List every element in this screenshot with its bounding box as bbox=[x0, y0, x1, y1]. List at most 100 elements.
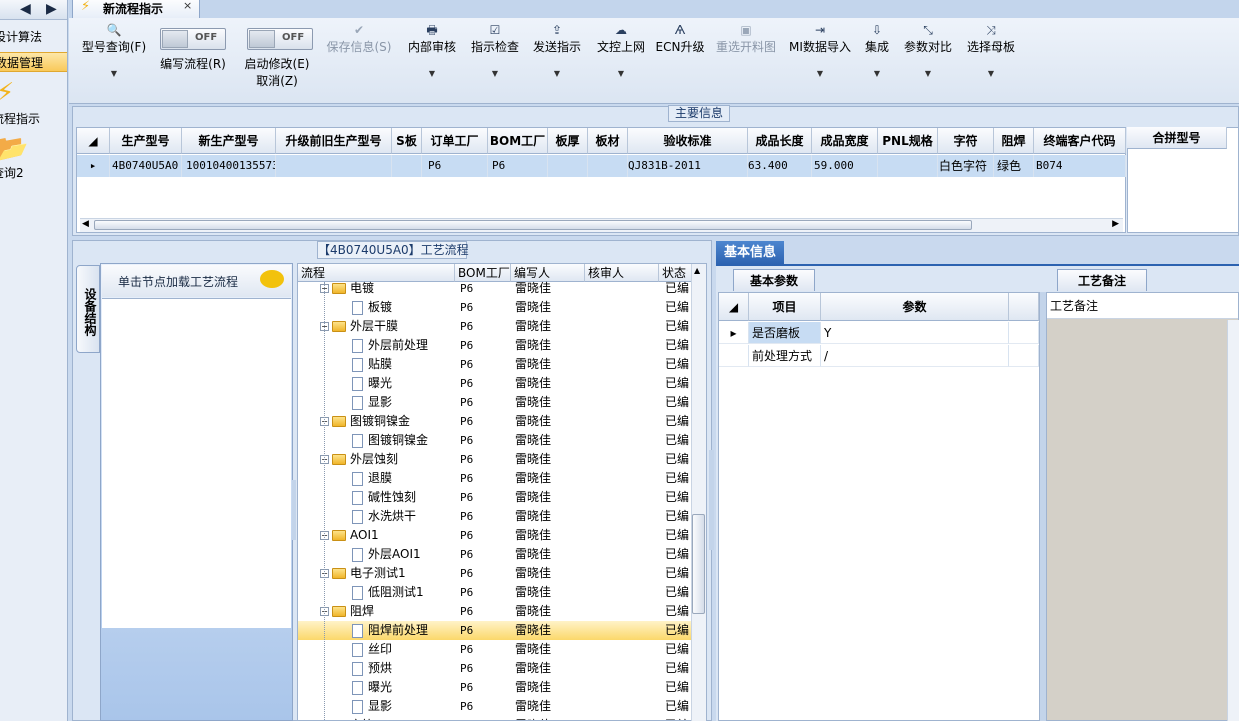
cell-reviewer[interactable] bbox=[589, 507, 657, 526]
cell-bom-factory[interactable]: P6 bbox=[460, 659, 510, 678]
cell-status[interactable]: 已编 bbox=[665, 279, 693, 298]
cell-status[interactable]: 已编 bbox=[665, 488, 693, 507]
cell-status[interactable]: 已编 bbox=[665, 507, 693, 526]
col-header[interactable]: 升级前旧生产型号 bbox=[276, 128, 392, 154]
col-header[interactable]: 验收标准 bbox=[628, 128, 748, 154]
tree-node[interactable]: 阻焊前处理 bbox=[352, 621, 455, 640]
tree-node[interactable]: − 外层蚀刻 bbox=[320, 450, 455, 469]
scroll-left-icon[interactable]: ◀ bbox=[82, 219, 89, 229]
cell-width[interactable]: 59.000 bbox=[812, 155, 878, 177]
cell-bom-factory[interactable]: P6 bbox=[460, 317, 510, 336]
tree-row[interactable]: −字符 P6 雷晓佳 已编 bbox=[298, 716, 693, 720]
cell-bom-factory[interactable]: P6 bbox=[460, 279, 510, 298]
cell-new-model[interactable]: 10010400135573 bbox=[182, 155, 276, 177]
cell-bom-factory[interactable]: P6 bbox=[460, 488, 510, 507]
scroll-thumb[interactable] bbox=[94, 220, 972, 230]
cell-status[interactable]: 已编 bbox=[665, 450, 693, 469]
tree-row[interactable]: 贴膜 P6 雷晓佳 已编 bbox=[298, 355, 693, 374]
tree-row[interactable]: − 外层干膜 P6 雷晓佳 已编 bbox=[298, 317, 693, 336]
cell-reviewer[interactable] bbox=[589, 431, 657, 450]
cell-writer[interactable]: 雷晓佳 bbox=[515, 640, 583, 659]
chevron-down-icon[interactable]: ▼ bbox=[79, 69, 149, 78]
cell-status[interactable]: 已编 bbox=[665, 526, 693, 545]
tree-node[interactable]: 显影 bbox=[352, 697, 455, 716]
tab-process-notes[interactable]: 工艺备注 bbox=[1057, 269, 1147, 291]
cell-reviewer[interactable] bbox=[589, 545, 657, 564]
cell-writer[interactable]: 雷晓佳 bbox=[515, 488, 583, 507]
cell-writer[interactable]: 雷晓佳 bbox=[515, 355, 583, 374]
cell-status[interactable]: 已编 bbox=[665, 678, 693, 697]
tree-node[interactable]: 板镀 bbox=[352, 298, 455, 317]
cell-status[interactable]: 已编 bbox=[665, 545, 693, 564]
cell-writer[interactable]: 雷晓佳 bbox=[515, 602, 583, 621]
cell-solder[interactable]: 绿色 bbox=[994, 155, 1034, 177]
cell-reviewer[interactable] bbox=[589, 526, 657, 545]
cell-bom-factory[interactable]: P6 bbox=[460, 412, 510, 431]
tree-node[interactable]: 丝印 bbox=[352, 640, 455, 659]
nav-forward-icon[interactable]: ▶ bbox=[46, 0, 57, 18]
tree-row[interactable]: 低阻测试1 P6 雷晓佳 已编 bbox=[298, 583, 693, 602]
cell-writer[interactable]: 雷晓佳 bbox=[515, 716, 583, 720]
cell-writer[interactable]: 雷晓佳 bbox=[515, 393, 583, 412]
cell-reviewer[interactable] bbox=[589, 583, 657, 602]
tree-row[interactable]: 退膜 P6 雷晓佳 已编 bbox=[298, 469, 693, 488]
cell-old-model[interactable] bbox=[276, 155, 392, 177]
scroll-right-icon[interactable]: ▶ bbox=[1112, 219, 1119, 229]
col-header[interactable]: PNL规格 bbox=[878, 128, 938, 154]
cell-standard[interactable]: QJ831B-2011 bbox=[628, 155, 748, 177]
cell-writer[interactable]: 雷晓佳 bbox=[515, 678, 583, 697]
tree-row[interactable]: 图镀铜镍金 P6 雷晓佳 已编 bbox=[298, 431, 693, 450]
merge-model-header[interactable]: 合拼型号 bbox=[1127, 127, 1227, 149]
tree-node[interactable]: 低阻测试1 bbox=[352, 583, 455, 602]
cell-pnl[interactable] bbox=[878, 155, 938, 177]
cell-status[interactable]: 已编 bbox=[665, 298, 693, 317]
tree-row[interactable]: − 外层蚀刻 P6 雷晓佳 已编 bbox=[298, 450, 693, 469]
cell-writer[interactable]: 雷晓佳 bbox=[515, 697, 583, 716]
tree-node[interactable]: − 电镀 bbox=[320, 279, 455, 298]
tab-new-flow-instruction[interactable]: ⚡ 新流程指示 × bbox=[72, 0, 200, 18]
col-header-item[interactable]: 项目 bbox=[749, 293, 821, 321]
tree-row[interactable]: − 图镀铜镍金 P6 雷晓佳 已编 bbox=[298, 412, 693, 431]
cell-reviewer[interactable] bbox=[589, 298, 657, 317]
cell-reviewer[interactable] bbox=[589, 697, 657, 716]
cell-reviewer[interactable] bbox=[589, 678, 657, 697]
nav-item-data-management[interactable]: 数据管理 bbox=[0, 52, 67, 72]
cell-reviewer[interactable] bbox=[589, 488, 657, 507]
cell-writer[interactable]: 雷晓佳 bbox=[515, 374, 583, 393]
tree-node[interactable]: 曝光 bbox=[352, 374, 455, 393]
cell-writer[interactable]: 雷晓佳 bbox=[515, 507, 583, 526]
integration-button[interactable]: ⇩ 集成 ▼ bbox=[859, 18, 895, 78]
cell-status[interactable]: 已编 bbox=[665, 583, 693, 602]
tree-node[interactable]: 退膜 bbox=[352, 469, 455, 488]
tree-row[interactable]: 曝光 P6 雷晓佳 已编 bbox=[298, 678, 693, 697]
cell-reviewer[interactable] bbox=[589, 374, 657, 393]
start-modify-toggle[interactable]: OFF bbox=[247, 28, 313, 50]
chevron-down-icon[interactable]: ▼ bbox=[403, 69, 461, 78]
cell-bom-factory[interactable]: P6 bbox=[460, 583, 510, 602]
save-info-button[interactable]: ✔ 保存信息(S) bbox=[323, 18, 395, 55]
cell-status[interactable]: 已编 bbox=[665, 469, 693, 488]
cell-writer[interactable]: 雷晓佳 bbox=[515, 526, 583, 545]
cell-status[interactable]: 已编 bbox=[665, 374, 693, 393]
col-header[interactable]: 成品宽度 bbox=[812, 128, 878, 154]
tree-row[interactable]: 水洗烘干 P6 雷晓佳 已编 bbox=[298, 507, 693, 526]
chevron-down-icon[interactable]: ▼ bbox=[593, 69, 649, 78]
tree-row[interactable]: 预烘 P6 雷晓佳 已编 bbox=[298, 659, 693, 678]
cell-status[interactable]: 已编 bbox=[665, 393, 693, 412]
splitter-handle[interactable] bbox=[709, 450, 714, 550]
tree-node[interactable]: − 电子测试1 bbox=[320, 564, 455, 583]
nav-item-query2[interactable]: 查询2 bbox=[0, 164, 24, 181]
cell-status[interactable]: 已编 bbox=[665, 317, 693, 336]
cell-writer[interactable]: 雷晓佳 bbox=[515, 469, 583, 488]
row-selector-arrow[interactable]: ▸ bbox=[719, 322, 749, 344]
col-header[interactable]: 终端客户代码 bbox=[1034, 128, 1126, 154]
tree-row[interactable]: 丝印 P6 雷晓佳 已编 bbox=[298, 640, 693, 659]
cell-bom-factory[interactable]: P6 bbox=[460, 507, 510, 526]
cell-thickness[interactable] bbox=[548, 155, 588, 177]
param-value[interactable]: / bbox=[821, 345, 1009, 367]
splitter-handle[interactable] bbox=[292, 480, 296, 540]
close-icon[interactable]: × bbox=[183, 0, 192, 12]
cell-writer[interactable]: 雷晓佳 bbox=[515, 336, 583, 355]
instruction-check-button[interactable]: ☑ 指示检查 ▼ bbox=[467, 18, 523, 78]
col-header[interactable]: BOM工厂 bbox=[488, 128, 548, 154]
